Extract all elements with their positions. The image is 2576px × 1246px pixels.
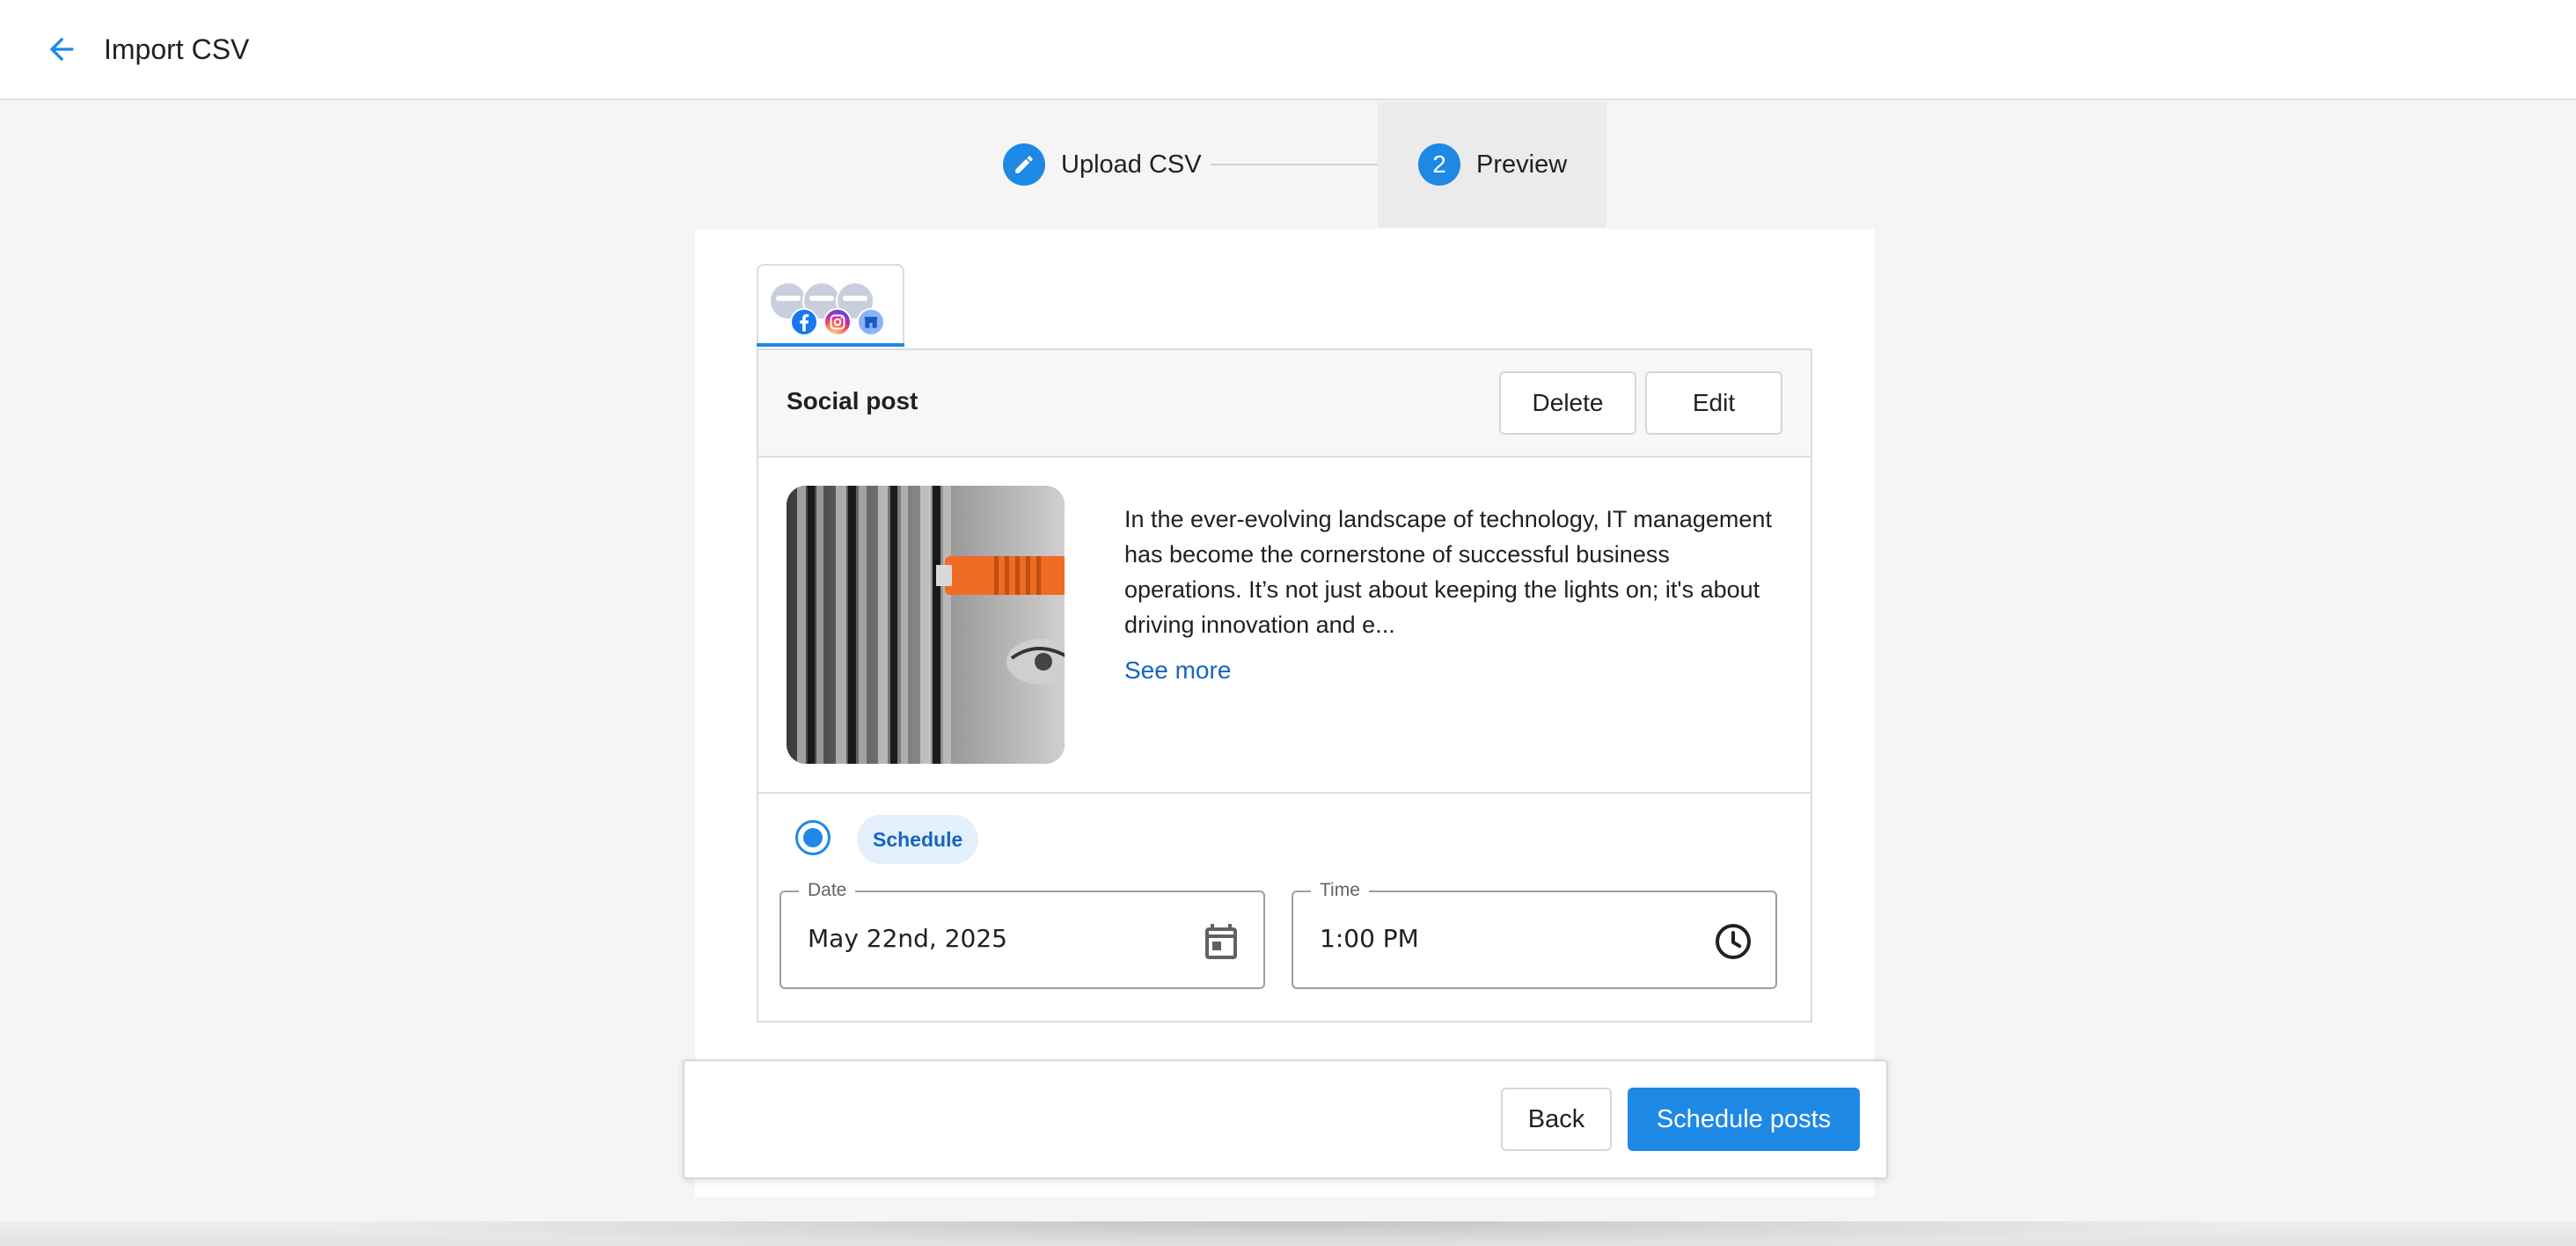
time-field-value: 1:00 PM (1320, 924, 1419, 953)
date-field-label: Date (799, 880, 856, 901)
step-preview[interactable]: 2 Preview (1378, 102, 1606, 227)
social-post: Social post Delete Edit In the ever-evol… (757, 348, 1812, 1022)
post-image (787, 486, 1065, 764)
back-button[interactable]: Back (1501, 1088, 1612, 1151)
footer-action-bar: Back Schedule posts (683, 1059, 1888, 1179)
post-text: In the ever-evolving landscape of techno… (1124, 506, 1772, 638)
page-title: Import CSV (104, 33, 250, 65)
app-bar: Import CSV (0, 0, 2576, 100)
pencil-icon (1003, 143, 1045, 186)
active-tab-indicator (757, 343, 904, 347)
post-body: In the ever-evolving landscape of techno… (758, 458, 1811, 794)
step-number: 2 (1418, 143, 1460, 186)
schedule-posts-button[interactable]: Schedule posts (1628, 1088, 1860, 1151)
time-field-label: Time (1311, 880, 1369, 901)
schedule-radio[interactable] (795, 820, 831, 855)
google-business-icon (857, 308, 885, 336)
time-field[interactable]: Time 1:00 PM (1292, 880, 1777, 989)
schedule-section: Schedule Date May 22nd, 2025 Time 1:00 P… (758, 794, 1811, 1015)
edit-button[interactable]: Edit (1645, 371, 1782, 435)
stepper: Upload CSV 2 Preview (0, 102, 2576, 227)
delete-button[interactable]: Delete (1499, 371, 1636, 435)
preview-card: Social post Delete Edit In the ever-evol… (695, 229, 1874, 1197)
instagram-icon (823, 308, 852, 336)
calendar-icon[interactable] (1200, 920, 1242, 963)
step-label: Upload CSV (1061, 150, 1202, 179)
back-arrow-icon[interactable] (42, 30, 81, 69)
networks-tab[interactable] (757, 264, 904, 347)
page-bottom-edge (0, 1221, 2576, 1246)
step-upload-csv[interactable]: Upload CSV (1003, 102, 1202, 227)
schedule-chip: Schedule (857, 815, 979, 864)
clock-icon[interactable] (1712, 920, 1754, 963)
post-title: Social post (787, 387, 918, 414)
post-header: Social post Delete Edit (758, 350, 1811, 458)
see-more-link[interactable]: See more (1124, 656, 1231, 685)
stepper-connector (1211, 164, 1404, 165)
date-field-value: May 22nd, 2025 (808, 924, 1007, 953)
facebook-icon (790, 308, 818, 336)
date-field[interactable]: Date May 22nd, 2025 (779, 880, 1265, 989)
step-label: Preview (1476, 150, 1568, 179)
